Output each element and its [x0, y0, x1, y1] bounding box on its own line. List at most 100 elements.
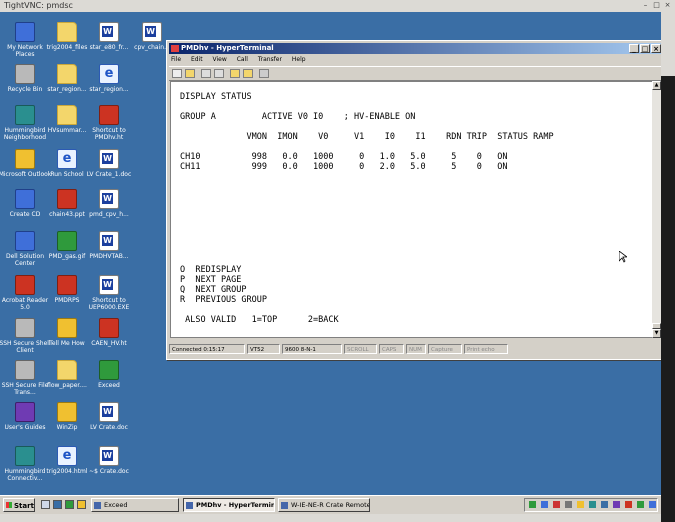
blue-icon	[15, 189, 35, 209]
teal-icon	[15, 446, 35, 466]
gray-icon	[15, 318, 35, 338]
doc-icon	[99, 22, 119, 42]
menu-help[interactable]: Help	[290, 56, 306, 63]
terminal-line: VMON IMON V0 V1 I0 I1 RDN TRIP STATUS RA…	[180, 132, 554, 142]
disconnect-icon[interactable]	[214, 69, 224, 78]
show-desktop-icon[interactable]	[41, 500, 50, 509]
desktop-icon-label: Tell Me How	[49, 340, 85, 347]
minimize-button[interactable]: _	[629, 44, 639, 53]
menu-transfer[interactable]: Transfer	[256, 56, 282, 63]
red-icon	[57, 189, 77, 209]
desktop-icon[interactable]: e star_region...	[82, 64, 136, 93]
desktop-icon[interactable]: pmd_cpv_h...	[82, 189, 136, 218]
status-caps: CAPS	[379, 344, 404, 354]
tray-update-icon[interactable]	[637, 501, 644, 508]
desktop-icon[interactable]: ~$ Crate.doc	[82, 446, 136, 475]
vnc-minimize-button[interactable]: –	[641, 1, 650, 10]
vnc-maximize-button[interactable]: □	[652, 1, 661, 10]
terminal-line: CH11 999 0.0 1000 0 2.0 5.0 5 0 ON	[180, 162, 508, 172]
red-icon	[99, 318, 119, 338]
task-wiener-crate-remote[interactable]: W-IE-NE-R Crate Remote...	[278, 498, 370, 512]
terminal-line: DISPLAY STATUS	[180, 92, 252, 102]
desktop-icon[interactable]: LV Crate.doc	[82, 402, 136, 431]
desktop-icon-label: Dell Solution Center	[6, 253, 44, 267]
tray-network-icon[interactable]	[529, 501, 536, 508]
desktop-icon-label: CAEN_HV.ht	[91, 340, 127, 347]
doc-icon	[99, 402, 119, 422]
send-icon[interactable]	[230, 69, 240, 78]
connect-icon[interactable]	[201, 69, 211, 78]
desktop-icon[interactable]: Shortcut to PMDhv.ht	[82, 105, 136, 141]
doc-icon	[99, 446, 119, 466]
desktop-icon-label: star_region...	[89, 86, 129, 93]
menu-file[interactable]: File	[169, 56, 181, 63]
tray-misc-icon[interactable]	[613, 501, 620, 508]
maximize-button[interactable]: □	[640, 44, 650, 53]
menu-call[interactable]: Call	[235, 56, 248, 63]
terminal-vertical-scrollbar[interactable]: ▲ ▼	[652, 81, 661, 338]
desktop-icon[interactable]: CAEN_HV.ht	[82, 318, 136, 347]
status-port: 9600 8-N-1	[282, 344, 342, 354]
desktop-icon-label: ~$ Crate.doc	[89, 468, 129, 475]
start-button[interactable]: Start	[3, 498, 35, 512]
ie-icon: e	[57, 446, 77, 466]
green-icon	[99, 360, 119, 380]
desktop-icon-label: star_e80_fr...	[89, 44, 129, 51]
tray-antivirus-icon[interactable]	[553, 501, 560, 508]
desktop-icon-label: LV Crate.doc	[90, 424, 128, 431]
terminal-menu-line: P NEXT PAGE	[180, 275, 242, 285]
outlook-quicklaunch-icon[interactable]	[77, 500, 86, 509]
vnc-scroll-thumb[interactable]	[661, 12, 675, 76]
scroll-up-arrow-icon[interactable]: ▲	[652, 81, 661, 90]
tray-vnc-icon[interactable]	[541, 501, 548, 508]
vnc-window-title: TightVNC: pmdsc	[4, 1, 73, 10]
menu-edit[interactable]: Edit	[189, 56, 203, 63]
ie-quicklaunch-icon[interactable]	[53, 500, 62, 509]
vnc-bottom-bar	[0, 514, 661, 522]
properties-icon[interactable]	[259, 69, 269, 78]
task-hyperterminal[interactable]: PMDhv - HyperTerminal	[183, 498, 275, 512]
taskbar: Start Exceed PMDhv - HyperTerminal W-IE-…	[0, 495, 661, 515]
status-print-echo: Print echo	[464, 344, 508, 354]
blue-icon	[15, 22, 35, 42]
close-button[interactable]: ×	[651, 44, 661, 53]
hyperterminal-title-bar[interactable]: PMDhv - HyperTerminal _ □ ×	[169, 43, 661, 54]
scroll-down-arrow-icon[interactable]: ▼	[652, 329, 661, 338]
terminal-menu-line: O REDISPLAY	[180, 265, 242, 275]
status-scroll: SCROLL	[344, 344, 377, 354]
tray-display-icon[interactable]	[601, 501, 608, 508]
tray-exceed-icon[interactable]	[589, 501, 596, 508]
hyperterminal-window: PMDhv - HyperTerminal _ □ × File Edit Vi…	[166, 40, 661, 360]
desktop-icon[interactable]: Shortcut to UEP6000.EXE	[82, 275, 136, 311]
tray-alert-icon[interactable]	[625, 501, 632, 508]
tray-clock-icon[interactable]	[649, 501, 656, 508]
tray-volume-icon[interactable]	[565, 501, 572, 508]
exceed-quicklaunch-icon[interactable]	[65, 500, 74, 509]
new-connection-icon[interactable]	[172, 69, 182, 78]
red-icon	[57, 275, 77, 295]
terminal-menu-line	[180, 305, 339, 315]
desktop-icon-label: cpv_chain...	[134, 44, 170, 51]
yellow-icon	[57, 318, 77, 338]
desktop-icon[interactable]: LV Crate_1.doc	[82, 149, 136, 178]
terminal-menu-line: R PREVIOUS GROUP	[180, 295, 267, 305]
desktop-icon[interactable]: PMDHVTAB...	[82, 231, 136, 260]
vnc-right-scrollbar[interactable]	[661, 12, 675, 522]
yellow-icon	[57, 402, 77, 422]
receive-icon[interactable]	[243, 69, 253, 78]
hyperterminal-title: PMDhv - HyperTerminal	[181, 44, 274, 52]
terminal-line: GROUP A ACTIVE V0 I0 ; HV-ENABLE ON	[180, 112, 416, 122]
teal-icon	[15, 105, 35, 125]
vnc-close-button[interactable]: ×	[663, 1, 672, 10]
desktop-icon-label: Shortcut to UEP6000.EXE	[88, 297, 130, 311]
tray-power-icon[interactable]	[577, 501, 584, 508]
desktop-icon-label: PMD_gas.gif	[48, 253, 86, 260]
open-icon[interactable]	[185, 69, 195, 78]
terminal-status-output: DISPLAY STATUS GROUP A ACTIVE V0 I0 ; HV-…	[180, 92, 554, 172]
terminal-screen[interactable]: DISPLAY STATUS GROUP A ACTIVE V0 I0 ; HV-…	[170, 81, 653, 338]
task-exceed[interactable]: Exceed	[91, 498, 179, 512]
desktop-icon[interactable]: Exceed	[82, 360, 136, 389]
terminal-menu-line: Q NEXT GROUP	[180, 285, 247, 295]
menu-view[interactable]: View	[211, 56, 227, 63]
